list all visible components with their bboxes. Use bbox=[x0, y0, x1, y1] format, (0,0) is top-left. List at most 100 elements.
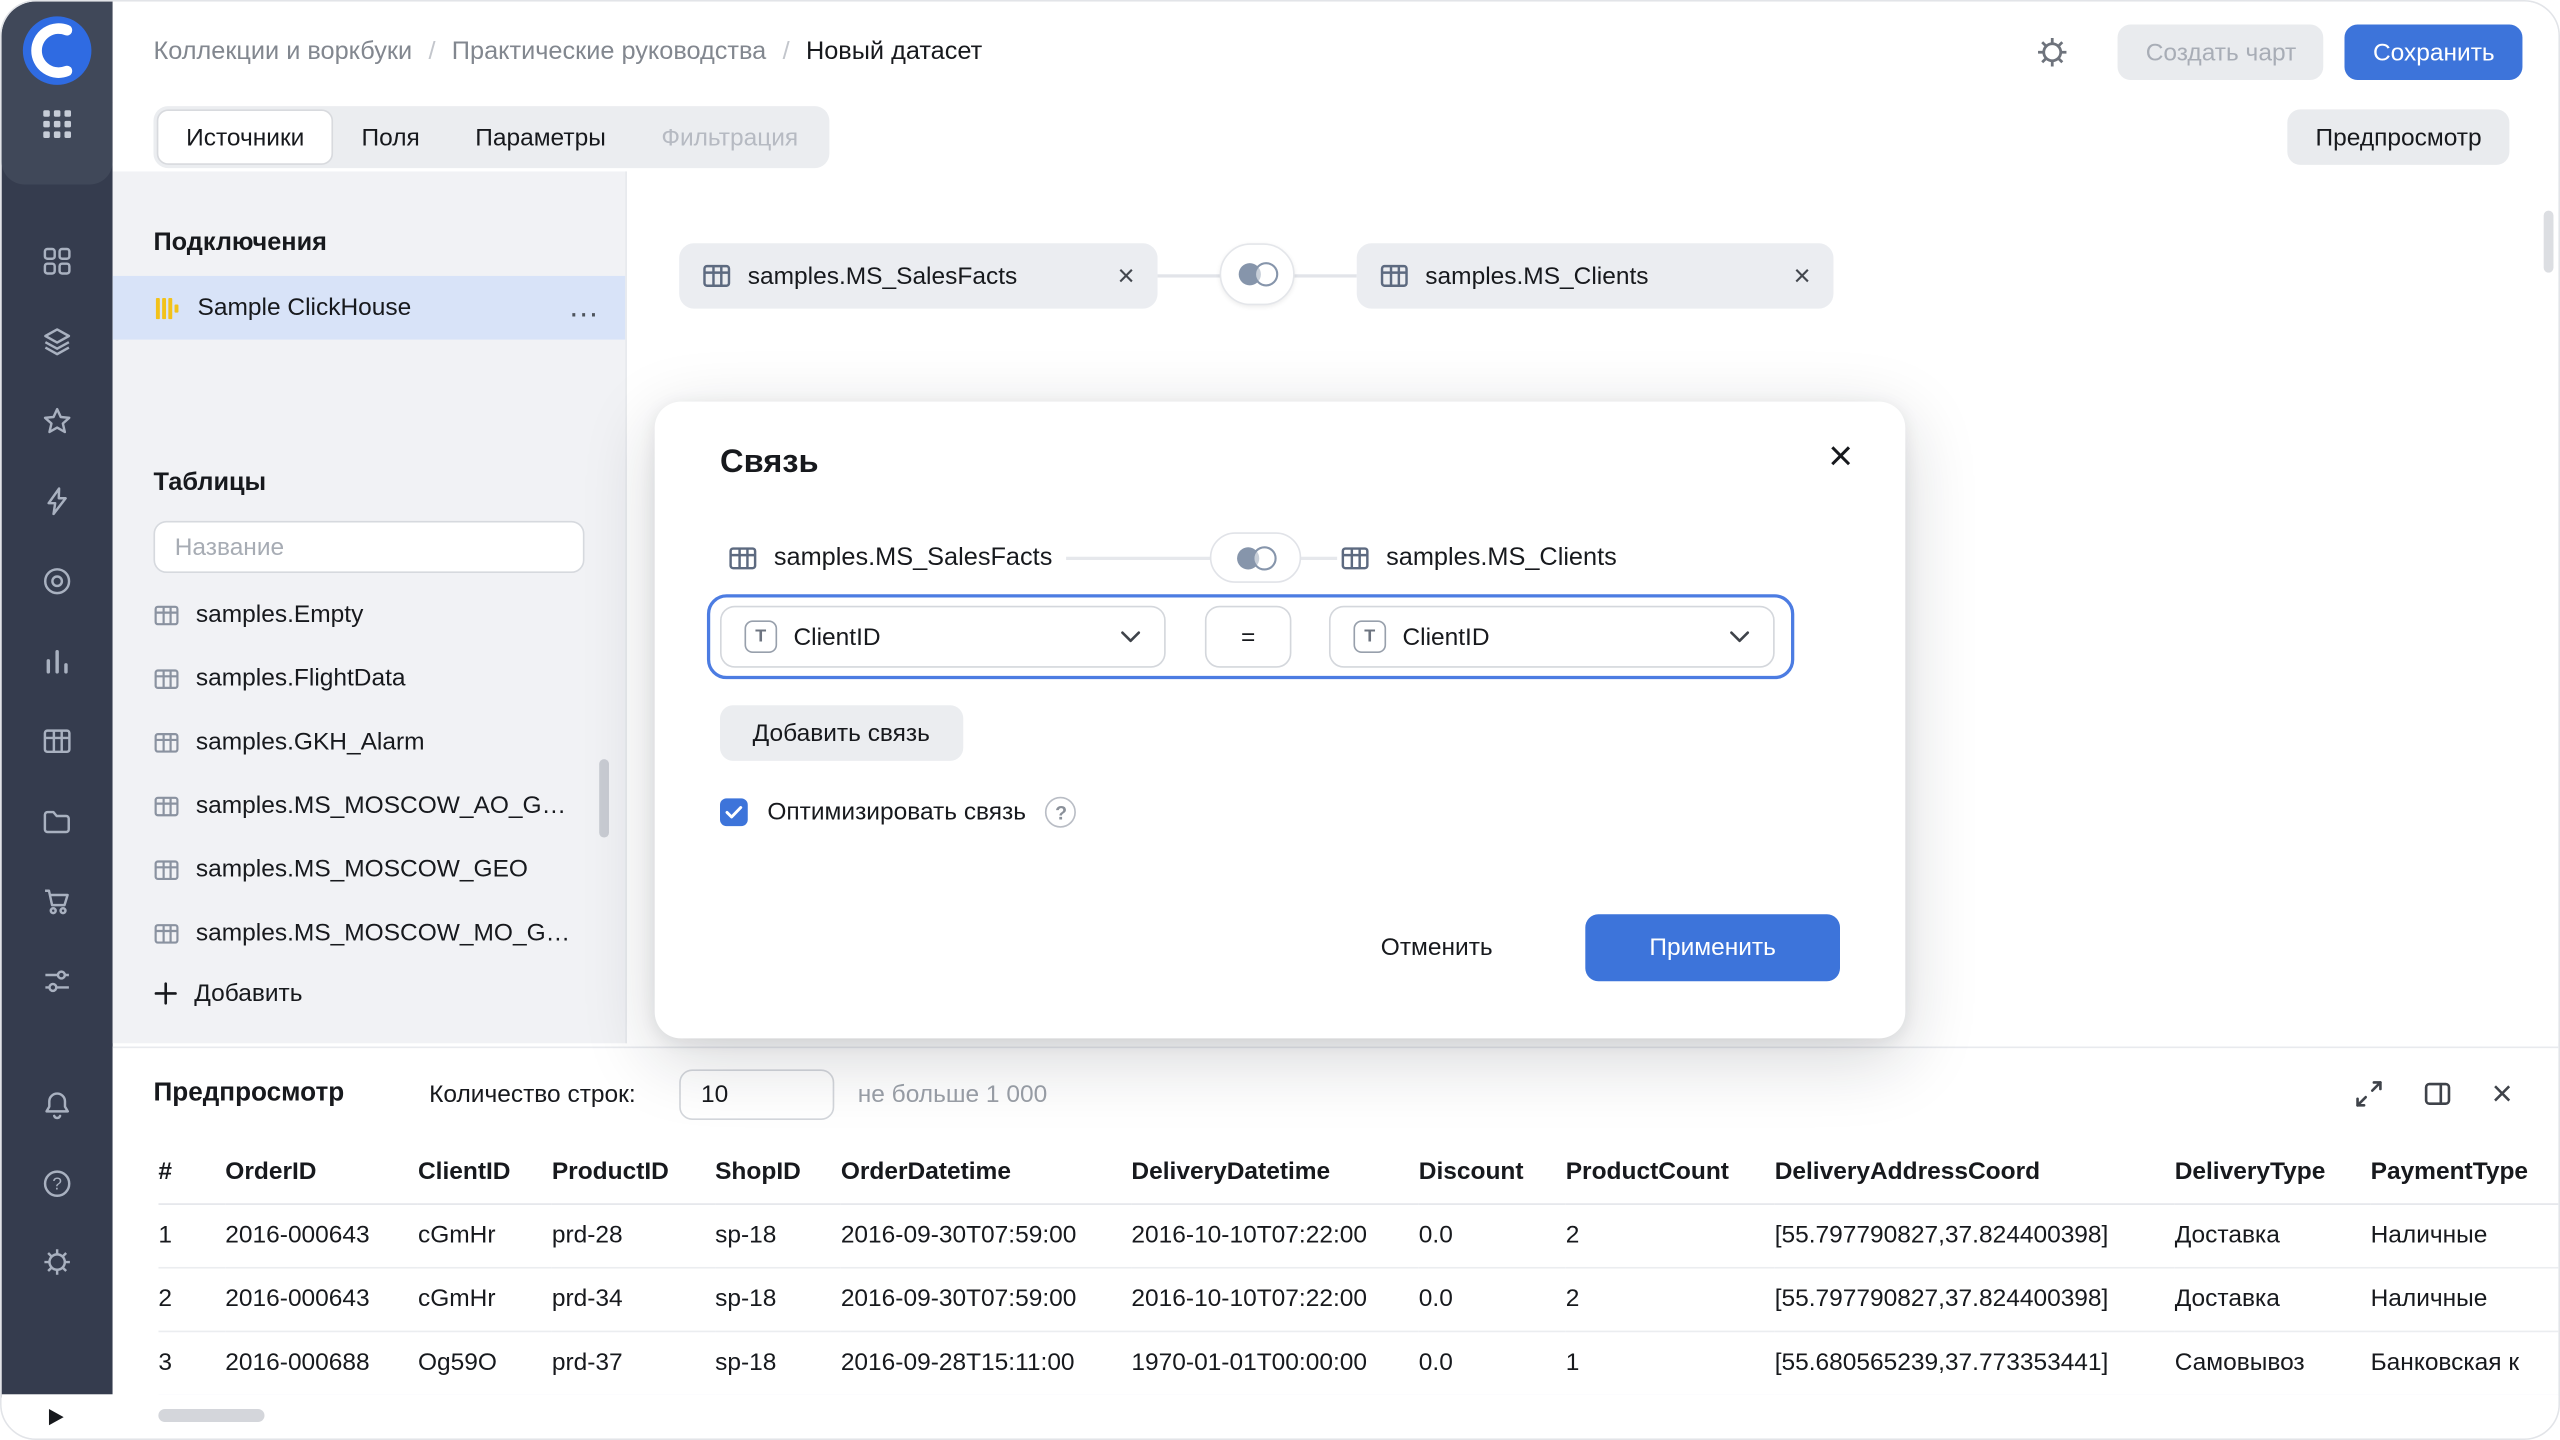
header: Коллекции и воркбуки/Практические руково… bbox=[113, 2, 2559, 103]
table-list-item[interactable]: samples.MS_MOSCOW_AO_G… bbox=[113, 774, 626, 838]
help-icon[interactable]: ? bbox=[1046, 797, 1077, 828]
preview-panel: Предпросмотр Количество строк: не больше… bbox=[113, 1047, 2559, 1398]
cell: Самовывоз bbox=[2175, 1331, 2371, 1395]
right-field-select[interactable]: T ClientID bbox=[1329, 606, 1775, 668]
table-list-item[interactable]: samples.GKH_Alarm bbox=[113, 710, 626, 774]
optimize-checkbox[interactable] bbox=[720, 798, 748, 826]
connection-item[interactable]: Sample ClickHouse … bbox=[113, 276, 626, 340]
table-search-input[interactable] bbox=[153, 521, 584, 573]
star-icon[interactable] bbox=[41, 405, 74, 438]
table-chip-right[interactable]: samples.MS_Clients × bbox=[1357, 243, 1834, 308]
cell: 0.0 bbox=[1419, 1331, 1566, 1395]
connections-title: Подключения bbox=[153, 229, 326, 258]
sidebar-scrollbar[interactable] bbox=[599, 759, 609, 837]
table-icon bbox=[702, 261, 731, 290]
dialog-right-table: samples.MS_Clients bbox=[1340, 540, 1616, 576]
add-link-button[interactable]: Добавить связь bbox=[720, 705, 963, 761]
row-count-hint: не больше 1 000 bbox=[858, 1080, 1047, 1108]
table-icon bbox=[153, 729, 179, 755]
more-icon[interactable]: … bbox=[568, 300, 599, 316]
remove-table-icon[interactable]: × bbox=[1793, 259, 1810, 293]
breadcrumb-item: Новый датасет bbox=[806, 38, 982, 67]
gear-icon[interactable] bbox=[41, 1246, 74, 1279]
table-name: samples.MS_MOSCOW_AO_G… bbox=[196, 792, 566, 820]
cell: sp-18 bbox=[715, 1267, 841, 1331]
join-type-icon[interactable] bbox=[1220, 243, 1295, 305]
cell: 1 bbox=[158, 1203, 225, 1267]
table-icon bbox=[1340, 544, 1369, 573]
remove-table-icon[interactable]: × bbox=[1118, 259, 1135, 293]
table-chip-left[interactable]: samples.MS_SalesFacts × bbox=[679, 243, 1157, 308]
horizontal-scrollbar[interactable] bbox=[158, 1409, 264, 1422]
table-row: 22016-000643cGmHrprd-34sp-182016-09-30T0… bbox=[158, 1267, 2558, 1331]
bell-icon[interactable] bbox=[41, 1089, 74, 1122]
add-label: Добавить bbox=[194, 980, 302, 1008]
cell: sp-18 bbox=[715, 1203, 841, 1267]
left-field-select[interactable]: T ClientID bbox=[720, 606, 1166, 668]
help-icon[interactable]: ? bbox=[41, 1167, 74, 1200]
column-header: OrderID bbox=[225, 1140, 418, 1204]
cancel-button[interactable]: Отменить bbox=[1360, 914, 1513, 981]
widgets-icon[interactable] bbox=[41, 245, 74, 278]
save-button[interactable]: Сохранить bbox=[2345, 24, 2522, 80]
table-list-item[interactable]: samples.Empty bbox=[113, 583, 626, 647]
table-list-item[interactable]: samples.MS_MOSCOW_GEO bbox=[113, 838, 626, 902]
clickhouse-icon bbox=[153, 293, 182, 322]
rail-header bbox=[2, 2, 113, 185]
create-chart-button[interactable]: Создать чарт bbox=[2118, 24, 2324, 80]
preview-table: #OrderIDClientIDProductIDShopIDOrderDate… bbox=[158, 1140, 2558, 1396]
sliders-icon[interactable] bbox=[41, 965, 74, 998]
cart-icon[interactable] bbox=[41, 885, 74, 918]
canvas-scrollbar[interactable] bbox=[2544, 211, 2554, 273]
app-window: ? Коллекции и воркбуки/Практические руко… bbox=[0, 0, 2560, 1440]
join-type-selector[interactable] bbox=[1210, 532, 1301, 583]
close-preview-icon[interactable]: × bbox=[2492, 1079, 2513, 1108]
apply-button[interactable]: Применить bbox=[1585, 914, 1840, 981]
cell: cGmHr bbox=[418, 1203, 552, 1267]
tab-filtering: Фильтрация bbox=[634, 109, 826, 165]
table-list-item[interactable]: samples.MS_MOSCOW_MO_G… bbox=[113, 901, 626, 965]
dialog-right-table-name: samples.MS_Clients bbox=[1386, 544, 1617, 573]
preview-header: Предпросмотр Количество строк: не больше… bbox=[113, 1048, 2559, 1139]
preview-title: Предпросмотр bbox=[153, 1079, 344, 1108]
split-view-icon[interactable] bbox=[2423, 1079, 2452, 1108]
column-header: DeliveryType bbox=[2175, 1140, 2371, 1204]
tab-fields[interactable]: Поля bbox=[334, 109, 448, 165]
cell: 2016-09-30T07:59:00 bbox=[841, 1203, 1132, 1267]
expand-icon[interactable] bbox=[2355, 1079, 2384, 1108]
breadcrumb-item[interactable]: Коллекции и воркбуки bbox=[153, 38, 412, 67]
breadcrumb-item[interactable]: Практические руководства bbox=[452, 38, 766, 67]
settings-gear-icon[interactable] bbox=[2035, 34, 2071, 70]
preview-toggle-button[interactable]: Предпросмотр bbox=[2288, 109, 2510, 165]
table-chip-label: samples.MS_SalesFacts bbox=[748, 262, 1017, 290]
cell: 2016-10-10T07:22:00 bbox=[1131, 1203, 1418, 1267]
disc-icon[interactable] bbox=[41, 565, 74, 598]
apps-grid-icon[interactable] bbox=[39, 106, 75, 142]
tab-bar: ИсточникиПоляПараметрыФильтрация bbox=[153, 106, 829, 168]
folder-icon[interactable] bbox=[41, 805, 74, 838]
cell: 0.0 bbox=[1419, 1267, 1566, 1331]
column-header: ShopID bbox=[715, 1140, 841, 1204]
add-table-button[interactable]: Добавить bbox=[153, 980, 302, 1008]
table-grid-icon[interactable] bbox=[41, 725, 74, 758]
header-actions: Создать чарт Сохранить bbox=[2035, 24, 2523, 80]
cell: 2016-000643 bbox=[225, 1267, 418, 1331]
tab-parameters[interactable]: Параметры bbox=[447, 109, 633, 165]
rail-nav bbox=[2, 245, 113, 998]
bar-chart-icon[interactable] bbox=[41, 645, 74, 678]
breadcrumb: Коллекции и воркбуки/Практические руково… bbox=[153, 38, 982, 67]
close-dialog-icon[interactable]: × bbox=[1828, 434, 1853, 476]
lightning-icon[interactable] bbox=[41, 485, 74, 518]
cell: Og59O bbox=[418, 1331, 552, 1395]
tab-sources[interactable]: Источники bbox=[157, 109, 334, 165]
layers-icon[interactable] bbox=[41, 325, 74, 358]
table-list-item[interactable]: samples.FlightData bbox=[113, 647, 626, 711]
table-icon bbox=[153, 793, 179, 819]
table-name: samples.GKH_Alarm bbox=[196, 728, 425, 756]
table-icon bbox=[153, 920, 179, 946]
datalens-logo-icon[interactable] bbox=[21, 15, 93, 87]
play-icon[interactable] bbox=[47, 1407, 65, 1427]
row-count-input[interactable] bbox=[680, 1069, 835, 1120]
column-header: ProductID bbox=[552, 1140, 715, 1204]
operator-select[interactable]: = bbox=[1205, 606, 1292, 668]
